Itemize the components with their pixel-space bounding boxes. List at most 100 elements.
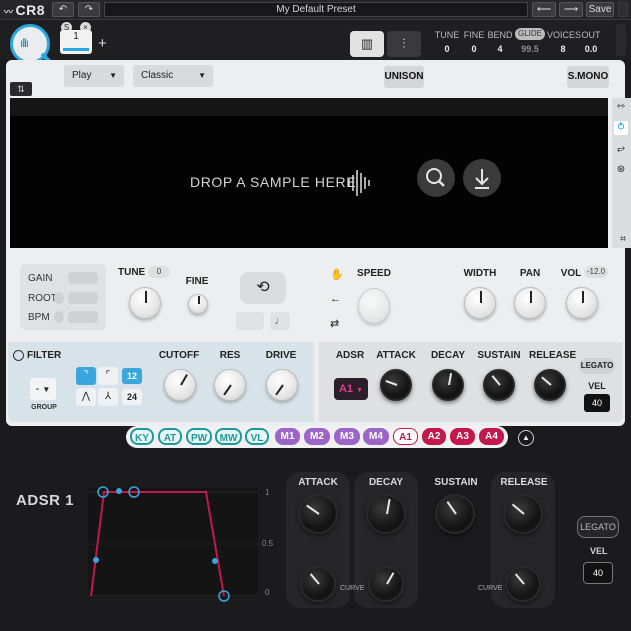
vol-value[interactable]: -12.0 [584, 266, 608, 278]
smono-button[interactable]: S.MONO [567, 66, 609, 88]
sustain-knob[interactable] [483, 369, 515, 401]
swap-icon[interactable]: ⇅ [10, 82, 32, 96]
keyboard-view-button[interactable]: ▥ [350, 31, 384, 57]
vel-value[interactable]: 40 [584, 394, 610, 412]
swap-arrows-icon[interactable]: ⇄ [330, 317, 339, 330]
search-sample-button[interactable] [417, 159, 455, 197]
tab-at[interactable]: AT [158, 428, 182, 445]
reverse-button[interactable] [236, 312, 264, 330]
tab-m4[interactable]: M4 [363, 428, 389, 445]
release-knob[interactable] [534, 369, 566, 401]
mixer-view-button[interactable]: ⫶ [387, 31, 421, 57]
menu-grip-icon[interactable] [618, 2, 628, 17]
zoom-icon[interactable]: ⊛ [614, 163, 628, 177]
attack-knob[interactable] [380, 369, 412, 401]
decay-curve-knob[interactable] [368, 566, 404, 602]
preset-name[interactable]: My Default Preset [104, 2, 528, 17]
slice-icon[interactable]: ⥂ [614, 142, 628, 156]
release-curve-handle[interactable] [212, 558, 218, 564]
header-glide-value[interactable]: 99.5 [515, 44, 545, 54]
tab-mw[interactable]: MW [215, 428, 242, 445]
vel-panel-value[interactable]: 40 [583, 562, 613, 584]
filter-power-icon[interactable] [13, 350, 24, 361]
sustain-panel-label: SUSTAIN [434, 477, 478, 488]
pan-knob[interactable] [514, 287, 546, 319]
play-mode-dropdown[interactable]: Play ▼ [64, 65, 124, 87]
algorithm-dropdown[interactable]: Classic ▼ [133, 65, 213, 87]
notch-filter-icon[interactable]: ⅄ [98, 388, 118, 406]
bandpass-filter-icon[interactable]: ⋀ [76, 388, 96, 406]
tab-m1[interactable]: M1 [275, 428, 300, 445]
tab-ky[interactable]: KY [130, 428, 154, 445]
root-detect-icon[interactable] [54, 292, 64, 304]
tab-a2[interactable]: A2 [422, 428, 446, 445]
drive-knob[interactable] [266, 369, 298, 401]
lowpass-filter-icon[interactable]: ⌝ [76, 367, 96, 385]
root-field[interactable] [68, 292, 98, 304]
next-preset-button[interactable]: ⟶ [559, 2, 583, 17]
hand-icon[interactable]: ✋ [330, 268, 344, 281]
expand-icon[interactable]: ⇿ [614, 100, 628, 114]
tab-m2[interactable]: M2 [304, 428, 330, 445]
undo-button[interactable]: ↶ [52, 2, 74, 17]
highpass-filter-icon[interactable]: ⌜ [98, 367, 118, 385]
release-panel-knob[interactable] [503, 494, 543, 534]
header-voices-value[interactable]: 8 [547, 44, 579, 54]
save-button[interactable]: Save [586, 2, 614, 17]
slope-24-button[interactable]: 24 [122, 389, 142, 405]
add-slot-button[interactable]: + [98, 35, 107, 52]
tab-a1[interactable]: A1 [393, 428, 418, 445]
tab-a3[interactable]: A3 [450, 428, 475, 445]
width-knob[interactable] [464, 287, 496, 319]
bpm-detect-icon[interactable] [54, 311, 64, 323]
download-sample-button[interactable] [463, 159, 501, 197]
attack-curve-handle[interactable] [93, 557, 99, 563]
filter-label: FILTER [27, 350, 62, 361]
loop-marker-icon[interactable]: ⥁ [614, 121, 628, 135]
loop-button[interactable]: ⟲ [240, 272, 286, 304]
arrow-left-icon[interactable]: ← [330, 293, 341, 305]
header-fine-value[interactable]: 0 [462, 44, 486, 54]
knob-pointer [180, 374, 188, 386]
note-button[interactable]: ♩ [270, 312, 290, 330]
redo-button[interactable]: ↷ [78, 2, 100, 17]
hold-handle[interactable] [116, 488, 122, 494]
prev-preset-button[interactable]: ⟵ [532, 2, 556, 17]
crop-icon[interactable]: ⌗ [616, 233, 630, 247]
fine-knob[interactable] [188, 294, 208, 314]
adsr-panel-title: ADSR 1 [16, 492, 75, 509]
gain-field[interactable] [68, 272, 98, 284]
envelope-curve[interactable] [88, 484, 263, 604]
collapse-up-icon[interactable]: ▲ [518, 430, 534, 446]
logo: 〰 CR8 [4, 2, 45, 18]
sample-drop-zone[interactable] [10, 98, 608, 248]
gain-label: GAIN [28, 273, 53, 284]
header-glide-label[interactable]: GLIDE [515, 28, 545, 40]
tab-m3[interactable]: M3 [334, 428, 360, 445]
vol-knob[interactable] [566, 287, 598, 319]
tab-vl[interactable]: VL [245, 428, 269, 445]
cutoff-knob[interactable] [164, 369, 196, 401]
unison-button[interactable]: UNISON [384, 66, 424, 88]
sustain-panel-knob[interactable] [435, 494, 475, 534]
legato-button[interactable]: LEGATO [579, 358, 615, 374]
attack-curve-knob[interactable] [300, 566, 336, 602]
adsr-select-dropdown[interactable]: A1 ▼ [334, 378, 368, 400]
header-bend-value[interactable]: 4 [487, 44, 513, 54]
release-curve-knob[interactable] [505, 566, 541, 602]
res-knob[interactable] [214, 369, 246, 401]
tune-value[interactable]: 0 [148, 266, 170, 278]
slope-12-button[interactable]: 12 [122, 368, 142, 384]
bpm-field[interactable] [68, 311, 98, 323]
tune-knob[interactable] [129, 287, 161, 319]
tab-a4[interactable]: A4 [479, 428, 504, 445]
attack-panel-knob[interactable] [298, 494, 338, 534]
tab-pw[interactable]: PW [186, 428, 212, 445]
decay-knob[interactable] [432, 369, 464, 401]
group-dropdown[interactable]: - ▼ [30, 378, 56, 400]
decay-panel-knob[interactable] [366, 494, 406, 534]
legato-panel-button[interactable]: LEGATO [577, 516, 619, 538]
header-tune-value[interactable]: 0 [433, 44, 461, 54]
speed-knob[interactable] [358, 288, 390, 324]
header-out-value[interactable]: 0.0 [580, 44, 602, 54]
